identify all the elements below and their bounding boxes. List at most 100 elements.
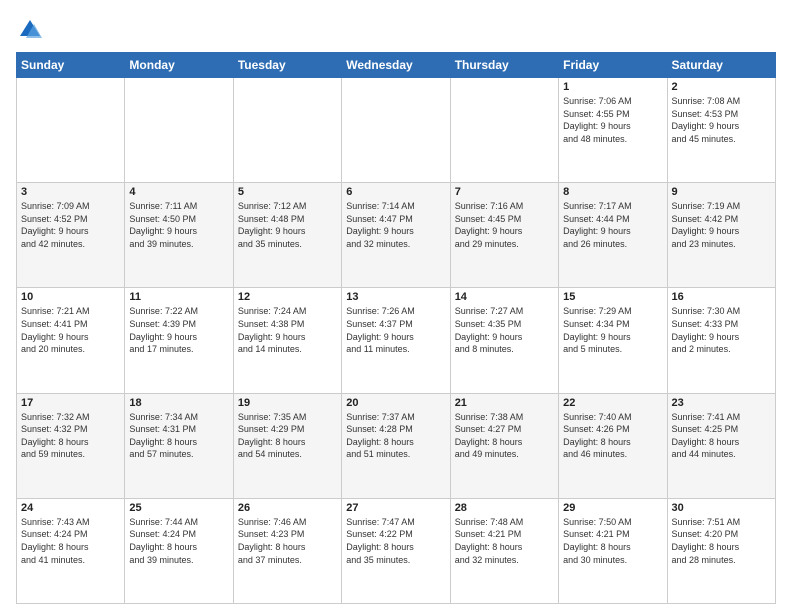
day-number: 20 [346,397,445,409]
weekday-header: Friday [559,53,667,78]
day-cell: 23Sunrise: 7:41 AM Sunset: 4:25 PM Dayli… [667,393,775,498]
day-info: Sunrise: 7:27 AM Sunset: 4:35 PM Dayligh… [455,305,554,355]
day-number: 28 [455,502,554,514]
day-cell: 16 Sunrise: 7:30 AM Sunset: 4:33 PM Dayli… [667,288,775,393]
calendar-body: 1Sunrise: 7:06 AM Sunset: 4:55 PM Daylig… [17,78,776,604]
day-number: 6 [346,186,445,198]
day-number: 13 [346,291,445,303]
week-row: 1Sunrise: 7:06 AM Sunset: 4:55 PM Daylig… [17,78,776,183]
day-number: 7 [455,186,554,198]
weekday-header: Saturday [667,53,775,78]
weekday-header: Tuesday [233,53,341,78]
day-info: Sunrise: 7:38 AM Sunset: 4:27 PM Dayligh… [455,411,554,461]
day-cell: 17 Sunrise: 7:32 AM Sunset: 4:32 PM Dayli… [17,393,125,498]
day-cell: 8Sunrise: 7:17 AM Sunset: 4:44 PM Daylig… [559,183,667,288]
day-number: 2 [672,81,771,93]
day-number: 25 [129,502,228,514]
day-number: 27 [346,502,445,514]
day-number: 14 [455,291,554,303]
day-number: 9 [672,186,771,198]
day-number: 24 [21,502,120,514]
day-info: Sunrise: 7:29 AM Sunset: 4:34 PM Dayligh… [563,305,662,355]
day-info: Sunrise: 7:14 AM Sunset: 4:47 PM Dayligh… [346,200,445,250]
day-info: Sunrise: 7:09 AM Sunset: 4:52 PM Dayligh… [21,200,120,250]
day-number: 26 [238,502,337,514]
header-row: SundayMondayTuesdayWednesdayThursdayFrid… [17,53,776,78]
day-number: 1 [563,81,662,93]
header [16,16,776,44]
weekday-header: Sunday [17,53,125,78]
day-cell [233,78,341,183]
day-info: Sunrise: 7:32 AM Sunset: 4:32 PM Dayligh… [21,411,120,461]
weekday-header: Wednesday [342,53,450,78]
day-cell [17,78,125,183]
day-info: Sunrise: 7:46 AM Sunset: 4:23 PM Dayligh… [238,516,337,566]
day-cell: 15 Sunrise: 7:29 AM Sunset: 4:34 PM Dayli… [559,288,667,393]
day-number: 3 [21,186,120,198]
day-info: Sunrise: 7:16 AM Sunset: 4:45 PM Dayligh… [455,200,554,250]
day-cell: 10 Sunrise: 7:21 AM Sunset: 4:41 PM Dayli… [17,288,125,393]
day-cell: 22 Sunrise: 7:40 AM Sunset: 4:26 PM Dayli… [559,393,667,498]
calendar: SundayMondayTuesdayWednesdayThursdayFrid… [16,52,776,604]
day-number: 10 [21,291,120,303]
day-cell: 14 Sunrise: 7:27 AM Sunset: 4:35 PM Dayli… [450,288,558,393]
day-info: Sunrise: 7:34 AM Sunset: 4:31 PM Dayligh… [129,411,228,461]
day-info: Sunrise: 7:24 AM Sunset: 4:38 PM Dayligh… [238,305,337,355]
day-info: Sunrise: 7:41 AM Sunset: 4:25 PM Dayligh… [672,411,771,461]
day-cell: 20 Sunrise: 7:37 AM Sunset: 4:28 PM Dayli… [342,393,450,498]
day-info: Sunrise: 7:47 AM Sunset: 4:22 PM Dayligh… [346,516,445,566]
week-row: 17 Sunrise: 7:32 AM Sunset: 4:32 PM Dayli… [17,393,776,498]
day-number: 11 [129,291,228,303]
day-cell: 30 Sunrise: 7:51 AM Sunset: 4:20 PM Dayli… [667,498,775,603]
day-number: 29 [563,502,662,514]
day-number: 17 [21,397,120,409]
calendar-header: SundayMondayTuesdayWednesdayThursdayFrid… [17,53,776,78]
week-row: 10 Sunrise: 7:21 AM Sunset: 4:41 PM Dayli… [17,288,776,393]
day-cell [450,78,558,183]
day-cell: 3 Sunrise: 7:09 AM Sunset: 4:52 PM Daylig… [17,183,125,288]
logo-icon [16,16,44,44]
day-cell: 13 Sunrise: 7:26 AM Sunset: 4:37 PM Dayli… [342,288,450,393]
day-cell: 11Sunrise: 7:22 AM Sunset: 4:39 PM Dayli… [125,288,233,393]
day-cell: 7 Sunrise: 7:16 AM Sunset: 4:45 PM Daylig… [450,183,558,288]
day-cell: 24 Sunrise: 7:43 AM Sunset: 4:24 PM Dayli… [17,498,125,603]
day-number: 19 [238,397,337,409]
day-cell: 28 Sunrise: 7:48 AM Sunset: 4:21 PM Dayli… [450,498,558,603]
weekday-header: Monday [125,53,233,78]
logo [16,16,48,44]
day-cell: 18Sunrise: 7:34 AM Sunset: 4:31 PM Dayli… [125,393,233,498]
day-cell: 1Sunrise: 7:06 AM Sunset: 4:55 PM Daylig… [559,78,667,183]
day-number: 15 [563,291,662,303]
day-info: Sunrise: 7:50 AM Sunset: 4:21 PM Dayligh… [563,516,662,566]
week-row: 24 Sunrise: 7:43 AM Sunset: 4:24 PM Dayli… [17,498,776,603]
day-info: Sunrise: 7:17 AM Sunset: 4:44 PM Dayligh… [563,200,662,250]
day-info: Sunrise: 7:40 AM Sunset: 4:26 PM Dayligh… [563,411,662,461]
page: SundayMondayTuesdayWednesdayThursdayFrid… [0,0,792,612]
day-cell: 27 Sunrise: 7:47 AM Sunset: 4:22 PM Dayli… [342,498,450,603]
day-cell: 19Sunrise: 7:35 AM Sunset: 4:29 PM Dayli… [233,393,341,498]
day-info: Sunrise: 7:11 AM Sunset: 4:50 PM Dayligh… [129,200,228,250]
day-info: Sunrise: 7:30 AM Sunset: 4:33 PM Dayligh… [672,305,771,355]
day-info: Sunrise: 7:37 AM Sunset: 4:28 PM Dayligh… [346,411,445,461]
day-number: 22 [563,397,662,409]
day-info: Sunrise: 7:43 AM Sunset: 4:24 PM Dayligh… [21,516,120,566]
day-info: Sunrise: 7:21 AM Sunset: 4:41 PM Dayligh… [21,305,120,355]
day-cell: 29 Sunrise: 7:50 AM Sunset: 4:21 PM Dayli… [559,498,667,603]
day-number: 16 [672,291,771,303]
day-cell: 6 Sunrise: 7:14 AM Sunset: 4:47 PM Daylig… [342,183,450,288]
day-number: 30 [672,502,771,514]
day-info: Sunrise: 7:26 AM Sunset: 4:37 PM Dayligh… [346,305,445,355]
day-cell: 2 Sunrise: 7:08 AM Sunset: 4:53 PM Daylig… [667,78,775,183]
day-info: Sunrise: 7:51 AM Sunset: 4:20 PM Dayligh… [672,516,771,566]
day-number: 5 [238,186,337,198]
day-info: Sunrise: 7:08 AM Sunset: 4:53 PM Dayligh… [672,95,771,145]
day-cell: 5Sunrise: 7:12 AM Sunset: 4:48 PM Daylig… [233,183,341,288]
week-row: 3 Sunrise: 7:09 AM Sunset: 4:52 PM Daylig… [17,183,776,288]
day-info: Sunrise: 7:48 AM Sunset: 4:21 PM Dayligh… [455,516,554,566]
day-cell: 21 Sunrise: 7:38 AM Sunset: 4:27 PM Dayli… [450,393,558,498]
day-info: Sunrise: 7:44 AM Sunset: 4:24 PM Dayligh… [129,516,228,566]
day-number: 21 [455,397,554,409]
day-cell: 9Sunrise: 7:19 AM Sunset: 4:42 PM Daylig… [667,183,775,288]
day-number: 4 [129,186,228,198]
day-cell [342,78,450,183]
